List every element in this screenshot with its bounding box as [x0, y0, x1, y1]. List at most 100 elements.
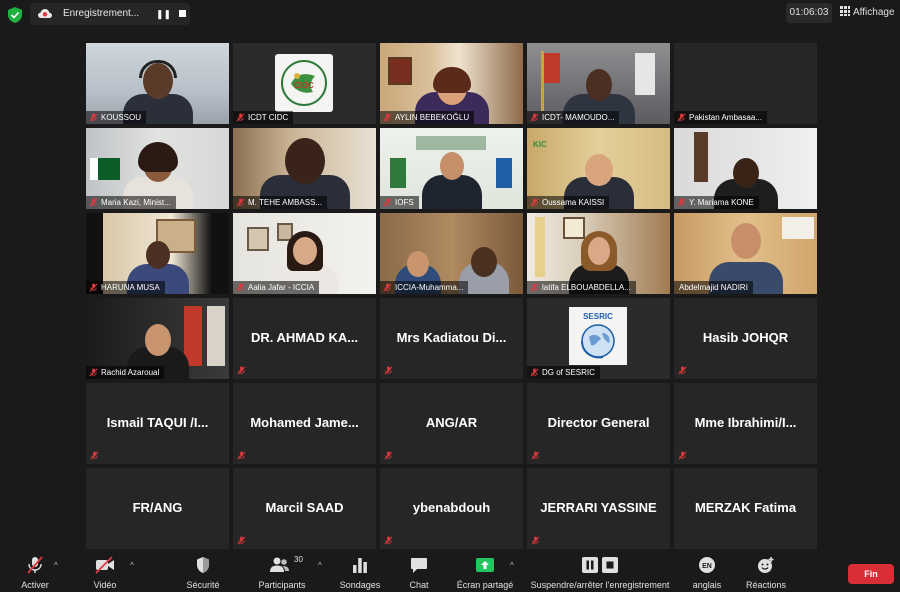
video-tile[interactable]: Pakistan Ambasaa...	[674, 43, 817, 124]
participant-name: Maria Kazi, Minist...	[86, 196, 176, 209]
participant-name: DG of SESRIC	[527, 366, 600, 379]
audio-options-caret-icon[interactable]: ^	[54, 561, 58, 570]
video-tile[interactable]: KOUSSOU	[86, 43, 229, 124]
polls-button[interactable]: Sondages	[338, 556, 382, 592]
participant-name: Y. Mariama KONE	[674, 196, 759, 209]
mic-muted-icon	[678, 366, 687, 375]
mic-muted-icon	[383, 113, 392, 122]
video-tile[interactable]: IOFS	[380, 128, 523, 209]
participant-name: latifa ELBOUABDELLA...	[527, 281, 636, 294]
video-tile[interactable]: M. TEHE AMBASS...	[233, 128, 376, 209]
mic-muted-icon	[89, 198, 98, 207]
share-screen-arrow-icon	[476, 558, 494, 572]
mic-muted-icon	[531, 536, 540, 545]
video-tile[interactable]: ICDT- MAMOUDO...	[527, 43, 670, 124]
participant-name: Hasib JOHQR	[702, 330, 789, 345]
participant-name: Oussama KAISSI	[527, 196, 610, 209]
name-tile[interactable]: MERZAK Fatima	[674, 468, 817, 549]
video-tile[interactable]: Y. Mariama KONE	[674, 128, 817, 209]
mic-muted-icon	[384, 451, 393, 460]
language-interpretation-button[interactable]: EN anglais	[690, 556, 724, 592]
video-tile[interactable]: SESRIC DG of SESRIC	[527, 298, 670, 379]
encryption-shield-icon[interactable]	[8, 7, 22, 23]
name-tile[interactable]: FR/ANG	[86, 468, 229, 549]
mic-muted-icon	[236, 198, 245, 207]
icdt-emblem-icon: CIDC	[281, 60, 327, 106]
participant-name: IOFS	[380, 196, 419, 209]
mic-muted-icon	[89, 113, 98, 122]
mic-muted-icon	[677, 198, 686, 207]
security-button[interactable]: Sécurité	[184, 556, 222, 592]
name-tile[interactable]: Mme Ibrahimi/I...	[674, 383, 817, 464]
participant-name: ICDT- MAMOUDO...	[527, 111, 620, 124]
cloud-recording-icon	[38, 9, 52, 18]
video-tile[interactable]: CIDC ICDT CIDC	[233, 43, 376, 124]
mic-muted-icon	[237, 366, 246, 375]
name-tile[interactable]: ANG/AR	[380, 383, 523, 464]
pause-recording-icon[interactable]: ❚❚	[156, 8, 171, 20]
name-tile[interactable]: ybenabdouh	[380, 468, 523, 549]
smiley-plus-icon	[758, 557, 774, 573]
name-tile[interactable]: JERRARI YASSINE	[527, 468, 670, 549]
participant-name: Pakistan Ambasaa...	[674, 111, 767, 124]
mic-muted-icon	[236, 113, 245, 122]
mic-muted-icon	[27, 556, 43, 574]
name-tile[interactable]: DR. AHMAD KA...	[233, 298, 376, 379]
video-tile[interactable]: Aalia Jafar - ICCIA	[233, 213, 376, 294]
sesric-logo: SESRIC	[569, 307, 627, 365]
reactions-button[interactable]: Réactions	[744, 556, 788, 592]
video-tile-active-speaker[interactable]: Abdelmajid NADIRI	[674, 213, 817, 294]
video-tile[interactable]: Rachid Azaroual	[86, 298, 229, 379]
mic-muted-icon	[530, 283, 539, 292]
name-tile[interactable]: Marcil SAAD	[233, 468, 376, 549]
mic-muted-icon	[384, 536, 393, 545]
participant-name: Abdelmajid NADIRI	[674, 281, 753, 294]
participant-count: 30	[294, 555, 303, 564]
video-options-caret-icon[interactable]: ^	[130, 561, 134, 570]
grid-view-icon	[840, 6, 850, 16]
meeting-timer: 01:06:03	[786, 3, 832, 23]
share-options-caret-icon[interactable]: ^	[510, 561, 514, 570]
video-tile[interactable]: Maria Kazi, Minist...	[86, 128, 229, 209]
svg-text:EN: EN	[702, 563, 712, 570]
chat-button[interactable]: Chat	[404, 556, 434, 592]
video-tile[interactable]: latifa ELBOUABDELLA...	[527, 213, 670, 294]
recording-label: Enregistrement...	[63, 8, 140, 19]
mic-muted-icon	[530, 368, 539, 377]
polls-bar-icon	[353, 558, 367, 573]
top-bar: Enregistrement... ❚❚ 01:06:03 Affichage	[0, 0, 900, 30]
share-screen-button[interactable]: Écran partagé	[455, 556, 515, 592]
icdt-logo: CIDC	[275, 54, 333, 112]
stop-recording-icon[interactable]	[176, 8, 190, 20]
name-tile[interactable]: Mohamed Jame...	[233, 383, 376, 464]
mic-muted-icon	[237, 536, 246, 545]
start-video-button[interactable]: Vidéo	[90, 556, 120, 592]
view-button[interactable]: Affichage	[840, 3, 895, 23]
svg-text:CIDC: CIDC	[294, 81, 314, 90]
sesric-globe-icon: SESRIC	[581, 312, 615, 359]
participant-name: MERZAK Fatima	[694, 500, 797, 515]
participant-name: Director General	[547, 415, 650, 430]
end-meeting-button[interactable]: Fin	[848, 564, 894, 584]
mic-muted-icon	[383, 283, 392, 292]
name-tile[interactable]: Director General	[527, 383, 670, 464]
participant-name: DR. AHMAD KA...	[250, 330, 359, 345]
video-tile[interactable]: ICCIA-Muhamma...	[380, 213, 523, 294]
name-tile[interactable]: Hasib JOHQR	[674, 298, 817, 379]
participant-name: HARUNA MUSA	[86, 281, 165, 294]
mic-muted-icon	[89, 283, 98, 292]
name-tile[interactable]: Ismail TAQUI /I...	[86, 383, 229, 464]
video-tile[interactable]: KIC Oussama KAISSI	[527, 128, 670, 209]
pause-stop-recording-button[interactable]: Suspendre/arrêter l'enregistrement	[528, 556, 672, 592]
participant-name: Mohamed Jame...	[250, 415, 359, 430]
video-tile[interactable]: HARUNA MUSA	[86, 213, 229, 294]
participant-name: ICCIA-Muhamma...	[380, 281, 469, 294]
participant-name: Aalia Jafar - ICCIA	[233, 281, 320, 294]
participant-name: Mrs Kadiatou Di...	[396, 330, 507, 345]
unmute-button[interactable]: Activer	[18, 556, 52, 592]
video-tile[interactable]: AYLIN BEBEKOĞLU	[380, 43, 523, 124]
meeting-toolbar: Activer ^ Vidéo ^ Sécurité Participants …	[0, 552, 900, 592]
participants-options-caret-icon[interactable]: ^	[318, 561, 322, 570]
view-label: Affichage	[853, 7, 895, 18]
name-tile[interactable]: Mrs Kadiatou Di...	[380, 298, 523, 379]
